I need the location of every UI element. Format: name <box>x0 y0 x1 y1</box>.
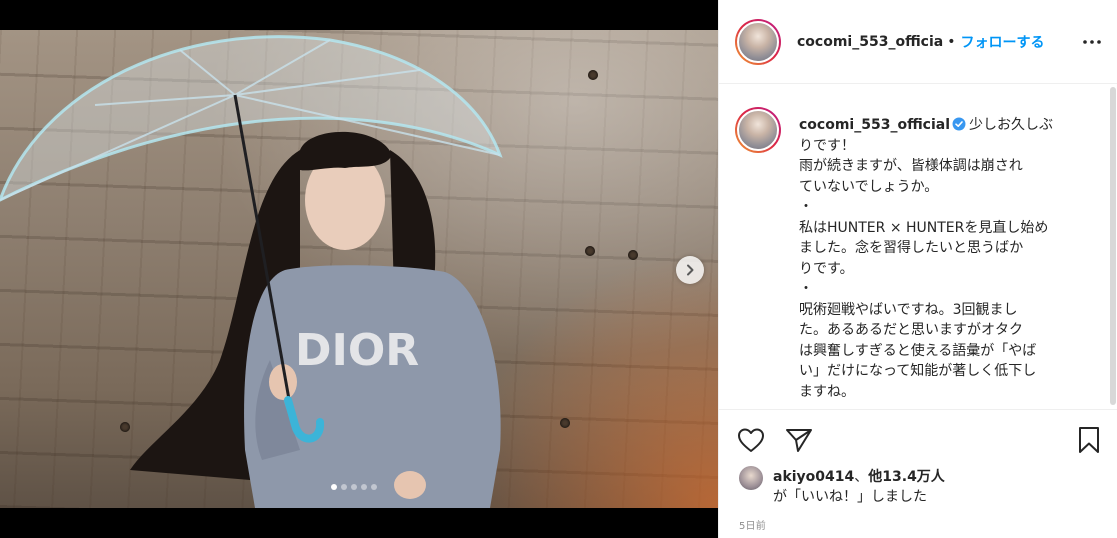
photo-illustration: DIOR <box>0 35 503 508</box>
caption-line: ・ <box>799 199 813 215</box>
likes-joiner: 、 <box>854 469 869 485</box>
carousel-dot <box>331 484 337 490</box>
post-username[interactable]: cocomi_553_officia <box>797 34 943 50</box>
comments-scrollbar[interactable] <box>1110 87 1116 405</box>
post-side-panel: cocomi_553_officia • フォローする cocomi_553_o… <box>718 0 1117 538</box>
liker-avatar[interactable] <box>739 466 763 490</box>
caption-line: りです！ <box>799 137 855 154</box>
caption-line: い」だけになって知能が著しく低下し <box>799 363 1037 379</box>
caption-line: りです。 <box>799 260 854 277</box>
carousel-next-button[interactable] <box>676 256 704 284</box>
caption-line: 少しお久しぶ <box>969 117 1054 133</box>
header-separator: • <box>947 33 956 50</box>
chevron-right-icon <box>687 264 694 276</box>
story-ring[interactable] <box>735 18 781 65</box>
carousel-dot <box>361 484 367 490</box>
carousel-indicator <box>331 484 377 490</box>
more-horizontal-icon <box>1083 40 1101 44</box>
caption-line: は興奮しすぎると使える語彙が「やば <box>799 342 1037 359</box>
comments-area[interactable]: cocomi_553_official 少しお久しぶ りです！ 雨が続きますが、皆… <box>719 85 1117 410</box>
post-timestamp[interactable]: 5日前 <box>739 517 766 532</box>
carousel-dot <box>351 484 357 490</box>
caption-line: ますね。 <box>799 383 855 400</box>
caption-text: cocomi_553_official 少しお久しぶ りです！ 雨が続きますが、皆… <box>799 115 1089 402</box>
like-button[interactable] <box>735 424 767 456</box>
more-options-button[interactable] <box>1082 32 1102 52</box>
caption-avatar-wrap <box>735 107 781 153</box>
caption-line: ていないでしょうか。 <box>799 178 939 195</box>
liker-username[interactable]: akiyo0414 <box>773 469 854 485</box>
paper-plane-icon <box>786 429 812 452</box>
avatar <box>737 20 779 63</box>
bookmark-icon <box>1079 427 1099 453</box>
likes-count-link[interactable]: 他13.4万人 <box>868 469 945 485</box>
caption-line: ました。念を習得したいと思うばか <box>799 240 1024 256</box>
heart-icon <box>738 428 764 452</box>
share-button[interactable] <box>783 424 815 456</box>
action-bar <box>719 420 1117 460</box>
caption-avatar <box>737 109 779 151</box>
caption-line: た。あるあるだと思いますがオタク <box>799 322 1023 338</box>
caption-line: 私はHUNTER × HUNTERを見直し始め <box>799 219 1049 236</box>
likes-suffix: が「いいね！」しました <box>773 489 927 505</box>
caption-username[interactable]: cocomi_553_official <box>799 117 950 133</box>
hand-shape <box>394 471 426 499</box>
save-button[interactable] <box>1073 424 1105 456</box>
likes-line: akiyo0414、他13.4万人 <box>773 467 945 487</box>
post-photo: DIOR <box>0 30 718 508</box>
post-header: cocomi_553_officia • フォローする <box>719 0 1117 84</box>
follow-button[interactable]: フォローする <box>961 32 1045 52</box>
caption-story-ring[interactable] <box>735 107 781 153</box>
caption-line: 呪術廻戦やばいですね。3回観まし <box>799 301 1018 318</box>
verified-badge-icon <box>952 117 966 131</box>
carousel-dot <box>341 484 347 490</box>
caption-line: ・ <box>799 281 813 297</box>
carousel-dot <box>371 484 377 490</box>
sweatshirt-print: DIOR <box>295 325 419 376</box>
bangs-shape <box>300 131 392 171</box>
caption-line: 雨が続きますが、皆様体調は崩され <box>799 158 1023 174</box>
post-media: DIOR <box>0 0 718 538</box>
